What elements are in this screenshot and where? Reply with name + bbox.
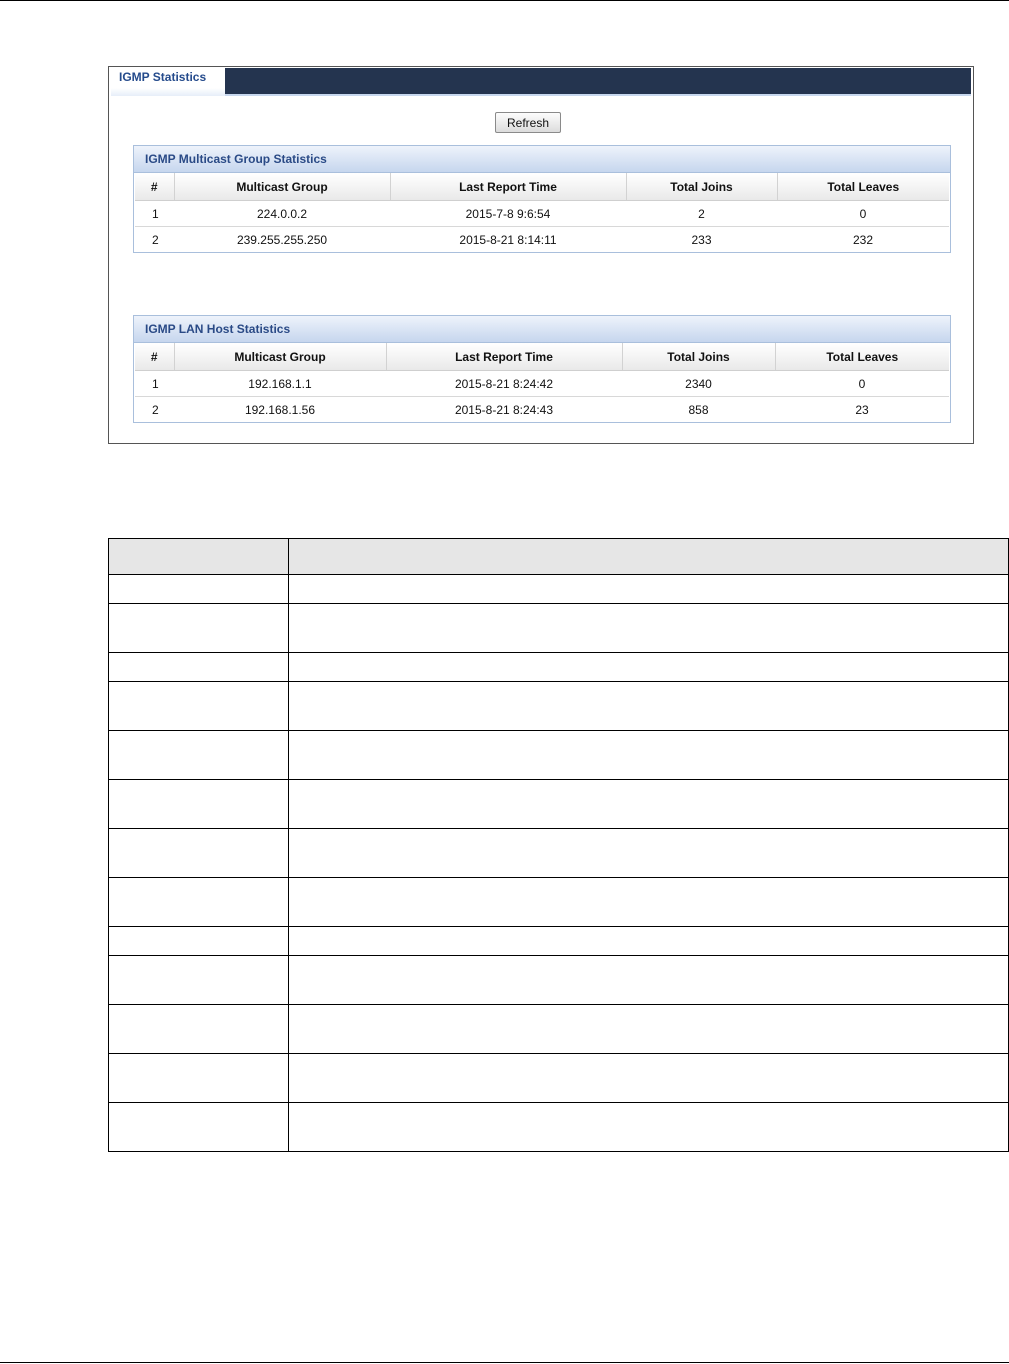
- total-joins-cell: 233: [691, 232, 712, 247]
- panel-title: IGMP LAN Host Statistics: [134, 316, 950, 343]
- total-leaves-cell: 232: [852, 232, 874, 247]
- multicast-group-stats-table: # Multicast Group Last Report Time Total…: [135, 173, 949, 252]
- description-row: [108, 730, 1009, 780]
- table-row: 1 224.0.0.2 2015-7-8 9:6:54 2 0: [135, 200, 949, 227]
- column-header-last-report-time: Last Report Time: [389, 173, 626, 201]
- column-header-total-joins: Total Joins: [621, 343, 775, 371]
- description-row: [108, 877, 1009, 927]
- description-row: [108, 1102, 1009, 1152]
- table-row: 2 239.255.255.250 2015-8-21 8:14:11 233 …: [135, 227, 949, 253]
- multicast-group-cell: 192.168.1.56: [244, 402, 316, 417]
- total-leaves-cell: 0: [775, 370, 949, 397]
- column-header-multicast-group: Multicast Group: [173, 343, 386, 371]
- multicast-group-cell: 192.168.1.1: [174, 370, 386, 397]
- description-row: [108, 779, 1009, 829]
- table-header-row: # Multicast Group Last Report Time Total…: [135, 173, 949, 201]
- table-row: 2 192.168.1.56 2015-8-21 8:24:43 858 23: [135, 397, 949, 423]
- column-header-total-leaves: Total Leaves: [774, 343, 949, 371]
- lan-host-stats-table: # Multicast Group Last Report Time Total…: [135, 343, 949, 422]
- tab-igmp-statistics[interactable]: IGMP Statistics: [111, 68, 225, 96]
- total-joins-cell: 2: [626, 200, 777, 227]
- description-row: [108, 681, 1009, 731]
- description-column-header: [288, 538, 1009, 575]
- description-header-row: [108, 538, 1009, 575]
- header-rule: [0, 0, 1009, 1]
- description-row: [108, 955, 1009, 1005]
- refresh-button[interactable]: Refresh: [495, 112, 561, 133]
- last-report-time-cell: 2015-8-21 8:24:42: [386, 370, 622, 397]
- lan-host-stats-panel: IGMP LAN Host Statistics # Multicast Gro…: [133, 315, 951, 423]
- column-header-multicast-group: Multicast Group: [173, 173, 390, 201]
- description-row: [108, 652, 1009, 682]
- last-report-time-cell: 2015-8-21 8:24:43: [454, 402, 554, 417]
- column-header-last-report-time: Last Report Time: [385, 343, 622, 371]
- total-joins-cell: 2340: [622, 370, 775, 397]
- description-row: [108, 574, 1009, 604]
- description-row: [108, 926, 1009, 956]
- description-row: [108, 1053, 1009, 1103]
- total-leaves-cell: 0: [777, 200, 949, 227]
- multicast-group-cell: 239.255.255.250: [236, 232, 328, 247]
- table-row: 1 192.168.1.1 2015-8-21 8:24:42 2340 0: [135, 370, 949, 397]
- row-index: 2: [152, 232, 159, 247]
- total-joins-cell: 858: [688, 402, 709, 417]
- last-report-time-cell: 2015-8-21 8:14:11: [459, 232, 557, 247]
- description-row: [108, 603, 1009, 653]
- igmp-statistics-window: IGMP Statistics Refresh IGMP Multicast G…: [108, 66, 974, 444]
- field-description-table: [108, 538, 1009, 1152]
- row-index: 2: [152, 402, 159, 417]
- label-column-header: [108, 538, 289, 575]
- column-header-total-joins: Total Joins: [625, 173, 777, 201]
- column-header-total-leaves: Total Leaves: [776, 173, 949, 201]
- footer-rule: [0, 1362, 1009, 1363]
- row-index: 1: [135, 370, 174, 397]
- column-header-index: #: [135, 343, 174, 371]
- tab-label: IGMP Statistics: [119, 70, 207, 84]
- multicast-group-cell: 224.0.0.2: [174, 200, 390, 227]
- total-leaves-cell: 23: [855, 402, 869, 417]
- panel-title: IGMP Multicast Group Statistics: [134, 146, 950, 173]
- description-row: [108, 1004, 1009, 1054]
- column-header-index: #: [135, 173, 174, 201]
- table-header-row: # Multicast Group Last Report Time Total…: [135, 343, 949, 371]
- tab-bar: IGMP Statistics: [111, 68, 971, 96]
- description-row: [108, 828, 1009, 878]
- row-index: 1: [135, 200, 174, 227]
- multicast-group-stats-panel: IGMP Multicast Group Statistics # Multic…: [133, 145, 951, 253]
- last-report-time-cell: 2015-7-8 9:6:54: [390, 200, 626, 227]
